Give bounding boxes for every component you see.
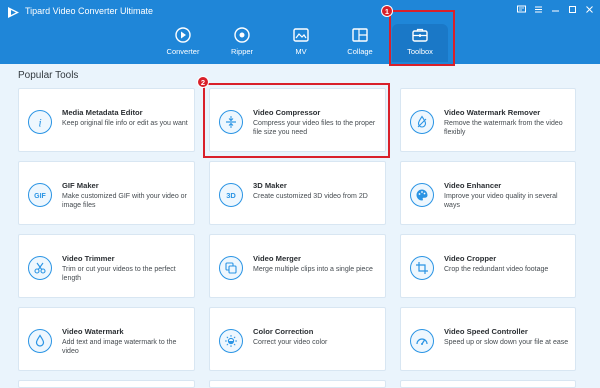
tool-card-video-watermark-remover[interactable]: Video Watermark Remover Remove the water… [400,88,576,152]
tool-card-video-watermark[interactable]: Video Watermark Add text and image water… [18,307,195,371]
tool-name: Video Enhancer [444,181,502,190]
mv-icon [293,28,309,42]
tab-ripper-label: Ripper [230,47,254,56]
tool-desc: Merge multiple clips into a single piece [253,266,373,273]
tool-card-video-trimmer[interactable]: Video Trimmer Trim or cut your videos to… [18,234,195,298]
scissors-icon [28,256,52,280]
tool-card-partial [400,380,576,388]
tool-name: Video Watermark Remover [444,108,541,117]
speed-icon [410,329,434,353]
converter-icon [175,27,191,43]
tab-mv[interactable]: MV [273,26,329,62]
step-badge-2: 2 [197,76,209,88]
svg-text:3D: 3D [226,191,236,200]
svg-text:i: i [38,116,41,130]
tool-card-media-metadata-editor[interactable]: i Media Metadata Editor Keep original fi… [18,88,195,152]
tool-name: Color Correction [253,327,314,336]
svg-text:GIF: GIF [34,193,46,200]
tool-name: 3D Maker [253,181,287,190]
info-icon: i [28,110,52,134]
tab-collage[interactable]: Collage [332,26,388,62]
tab-ripper[interactable]: Ripper [214,26,270,62]
tool-desc: Correct your video color [253,339,328,346]
tool-card-gif-maker[interactable]: GIF GIF Maker Make customized GIF with y… [18,161,195,225]
tool-desc: Make customized GIF with your video or i… [62,193,187,209]
tool-card-partial [209,380,386,388]
tool-card-3d-maker[interactable]: 3D 3D Maker Create customized 3D video f… [209,161,386,225]
tool-desc: Remove the watermark from the video flex… [444,120,563,136]
tool-name: Video Cropper [444,254,497,263]
tab-mv-label: MV [295,47,307,56]
tool-card-partial [18,380,195,388]
tool-card-video-merger[interactable]: Video Merger Merge multiple clips into a… [209,234,386,298]
collage-icon [352,28,368,42]
tool-card-video-speed-controller[interactable]: Video Speed Controller Speed up or slow … [400,307,576,371]
tool-name: Video Merger [253,254,301,263]
tool-desc: Crop the redundant video footage [444,266,549,273]
drop-remove-icon [410,110,434,134]
section-title: Popular Tools [18,70,79,81]
tool-name: Video Watermark [62,327,124,336]
tool-card-color-correction[interactable]: Color Correction Correct your video colo… [209,307,386,371]
tool-card-video-cropper[interactable]: Video Cropper Crop the redundant video f… [400,234,576,298]
toolbox-highlight [389,10,455,66]
ripper-icon [234,27,250,43]
3d-icon: 3D [219,183,243,207]
tool-desc: Keep original file info or edit as you w… [62,120,188,127]
tool-desc: Add text and image watermark to the vide… [62,339,177,355]
tool-name: Video Trimmer [62,254,115,263]
tool-desc: Create customized 3D video from 2D [253,193,368,200]
tool-desc: Trim or cut your videos to the perfect l… [62,266,176,282]
gif-icon: GIF [28,183,52,207]
drop-icon [28,329,52,353]
crop-icon [410,256,434,280]
tool-desc: Speed up or slow down your file at ease [444,339,569,346]
main-nav: Converter Ripper MV Collage Toolbox [0,0,600,64]
tab-collage-label: Collage [347,47,373,56]
merge-icon [219,256,243,280]
tool-card-video-enhancer[interactable]: Video Enhancer Improve your video qualit… [400,161,576,225]
sun-icon [219,329,243,353]
tab-converter-label: Converter [166,47,200,56]
tool-name: Video Speed Controller [444,327,528,336]
tool-desc: Improve your video quality in several wa… [444,193,558,209]
palette-icon [410,183,434,207]
tab-converter[interactable]: Converter [155,26,211,62]
compressor-highlight [203,83,390,158]
tool-name: GIF Maker [62,181,99,190]
tool-name: Media Metadata Editor [62,108,143,117]
step-badge-1: 1 [381,5,393,17]
